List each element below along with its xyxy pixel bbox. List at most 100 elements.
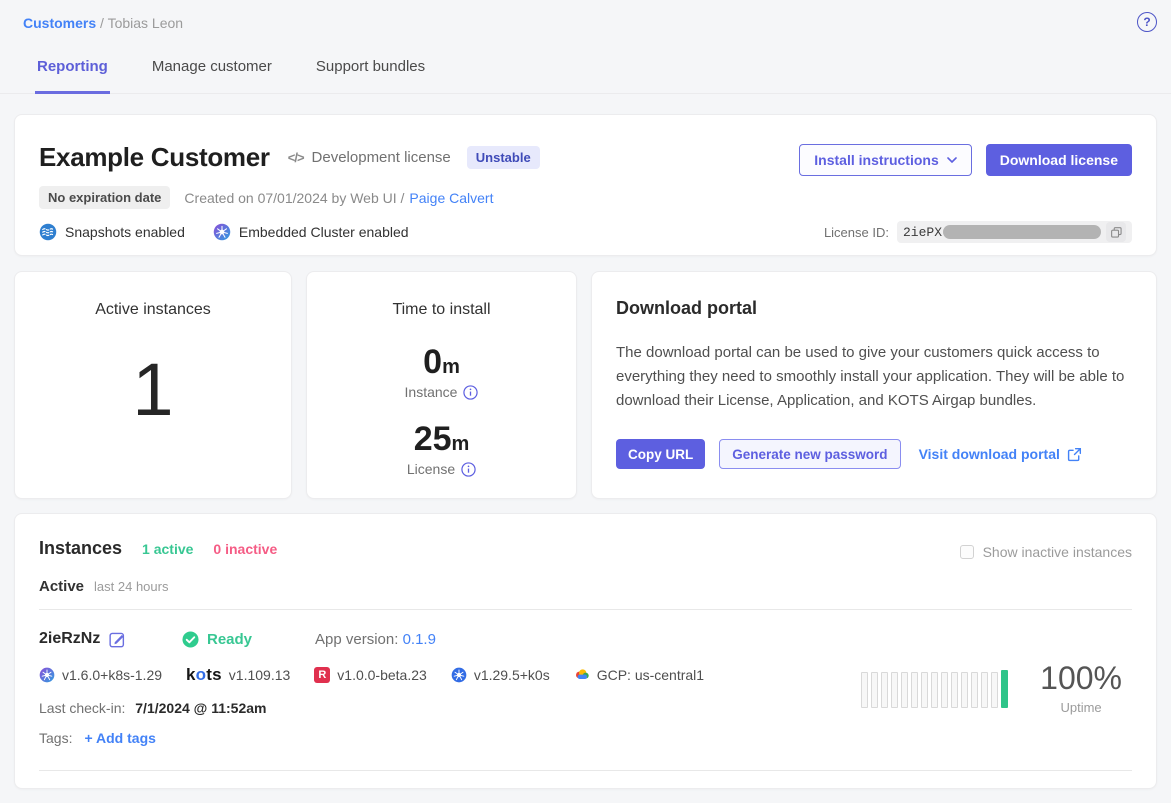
- version-gcp: GCP: us-central1: [574, 667, 704, 683]
- breadcrumb-customers-link[interactable]: Customers: [23, 15, 96, 31]
- license-id-row: License ID: 2iePX: [824, 221, 1132, 243]
- show-inactive-checkbox[interactable]: [960, 545, 974, 559]
- tab-support-bundles[interactable]: Support bundles: [314, 52, 427, 94]
- customer-reporting-page: Customers / Tobias Leon ? Reporting Mana…: [0, 0, 1171, 803]
- download-portal-card: Download portal The download portal can …: [591, 271, 1157, 499]
- info-icon[interactable]: [463, 385, 478, 400]
- uptime-label: Uptime: [1040, 700, 1122, 715]
- tab-manage-customer[interactable]: Manage customer: [150, 52, 274, 94]
- install-instructions-button[interactable]: Install instructions: [799, 144, 971, 176]
- license-time-value: 25: [414, 420, 452, 458]
- divider: [39, 609, 1132, 610]
- uptime-bar: [921, 672, 928, 708]
- code-icon: </>: [288, 150, 304, 165]
- instance-id: 2ieRzNz: [39, 630, 100, 648]
- help-icon[interactable]: ?: [1137, 12, 1157, 32]
- show-inactive-toggle[interactable]: Show inactive instances: [960, 544, 1132, 560]
- instances-title: Instances: [39, 538, 122, 559]
- uptime-bar: [951, 672, 958, 708]
- license-type-label: Development license: [312, 149, 451, 166]
- show-inactive-label: Show inactive instances: [983, 544, 1132, 560]
- content: Example Customer </> Development license…: [0, 114, 1171, 789]
- embedded-cluster-icon: [213, 223, 231, 241]
- copy-url-button[interactable]: Copy URL: [616, 439, 705, 469]
- instance-time-label-row: Instance: [307, 384, 576, 400]
- instance-install-time: 0m: [307, 345, 576, 379]
- uptime-bar: [1001, 670, 1008, 708]
- created-text: Created on 07/01/2024 by Web UI /: [184, 190, 404, 206]
- license-time-unit: m: [452, 433, 470, 455]
- gcp-icon: [574, 667, 590, 683]
- instances-card: Instances 1 active 0 inactive Show inact…: [14, 513, 1157, 789]
- uptime-bar: [961, 672, 968, 708]
- feature-snapshots: Snapshots enabled: [39, 223, 185, 241]
- license-id-value: 2iePX: [903, 225, 942, 240]
- license-install-time: 25m: [307, 422, 576, 456]
- instance-row: 2ieRzNz Ready App version: 0.1.9: [39, 630, 1132, 648]
- copy-icon[interactable]: [1106, 222, 1126, 242]
- customer-name: Example Customer: [39, 142, 270, 173]
- license-id-field: 2iePX: [897, 221, 1132, 243]
- uptime-bar: [971, 672, 978, 708]
- download-portal-actions: Copy URL Generate new password Visit dow…: [616, 439, 1132, 469]
- kots-logo: kots: [186, 665, 222, 685]
- feature-embedded-cluster: Embedded Cluster enabled: [213, 223, 409, 241]
- chevron-down-icon: [947, 157, 957, 163]
- uptime-bar: [891, 672, 898, 708]
- uptime-text: 100% Uptime: [1040, 662, 1122, 715]
- edit-icon[interactable]: [109, 631, 126, 648]
- uptime-bar: [901, 672, 908, 708]
- uptime-bar: [861, 672, 868, 708]
- header-buttons: Install instructions Download license: [799, 144, 1132, 176]
- external-link-icon: [1067, 447, 1082, 462]
- version-replicated: R v1.0.0-beta.23: [314, 667, 427, 683]
- replicated-icon: R: [314, 667, 330, 683]
- created-by-link[interactable]: Paige Calvert: [409, 190, 493, 206]
- app-version-link[interactable]: 0.1.9: [403, 631, 436, 648]
- license-id-redaction: [943, 225, 1101, 239]
- uptime-bar: [991, 672, 998, 708]
- last-checkin-value: 7/1/2024 @ 11:52am: [135, 700, 266, 716]
- license-id-label: License ID:: [824, 225, 889, 240]
- download-portal-title: Download portal: [616, 298, 1132, 319]
- download-license-button[interactable]: Download license: [986, 144, 1132, 176]
- license-time-label-row: License: [307, 461, 576, 477]
- license-time-label: License: [407, 461, 455, 477]
- active-section-label: Active: [39, 578, 84, 595]
- version-label: GCP: us-central1: [597, 667, 704, 683]
- visit-portal-link[interactable]: Visit download portal: [919, 446, 1082, 462]
- customer-meta-row: No expiration date Created on 07/01/2024…: [39, 186, 1132, 209]
- app-version-wrap: App version: 0.1.9: [315, 631, 436, 648]
- inactive-count: 0 inactive: [213, 541, 277, 557]
- breadcrumb-current: Tobias Leon: [108, 15, 184, 31]
- info-icon[interactable]: [461, 462, 476, 477]
- version-label: v1.6.0+k8s-1.29: [62, 667, 162, 683]
- tab-reporting[interactable]: Reporting: [35, 52, 110, 94]
- generate-password-button[interactable]: Generate new password: [719, 439, 900, 469]
- uptime-bar: [871, 672, 878, 708]
- time-to-install-title: Time to install: [307, 301, 576, 319]
- instance-id-wrap: 2ieRzNz: [39, 630, 182, 648]
- app-version-label: App version:: [315, 631, 398, 648]
- version-kubernetes: v1.29.5+k0s: [451, 667, 550, 683]
- version-label: v1.0.0-beta.23: [337, 667, 427, 683]
- tags-row: Tags: + Add tags: [39, 730, 1132, 746]
- uptime-value: 100%: [1040, 662, 1122, 694]
- uptime-block: 100% Uptime: [861, 662, 1122, 715]
- add-tags-link[interactable]: + Add tags: [84, 730, 155, 746]
- active-instances-title: Active instances: [15, 301, 291, 319]
- breadcrumb-separator: /: [100, 15, 104, 31]
- check-circle-icon: [182, 631, 199, 648]
- version-embedded-cluster: v1.6.0+k8s-1.29: [39, 667, 162, 683]
- feature-label: Embedded Cluster enabled: [239, 224, 409, 240]
- channel-badge: Unstable: [467, 146, 540, 169]
- instance-time-unit: m: [442, 356, 460, 378]
- active-section-row: Active last 24 hours: [39, 578, 1132, 595]
- active-instances-value: 1: [15, 353, 291, 427]
- tags-label: Tags:: [39, 730, 72, 746]
- topbar: Customers / Tobias Leon ?: [0, 0, 1171, 31]
- uptime-bar: [941, 672, 948, 708]
- divider: [39, 770, 1132, 771]
- active-section-sublabel: last 24 hours: [94, 579, 168, 594]
- stats-row: Active instances 1 Time to install 0m In…: [14, 271, 1157, 499]
